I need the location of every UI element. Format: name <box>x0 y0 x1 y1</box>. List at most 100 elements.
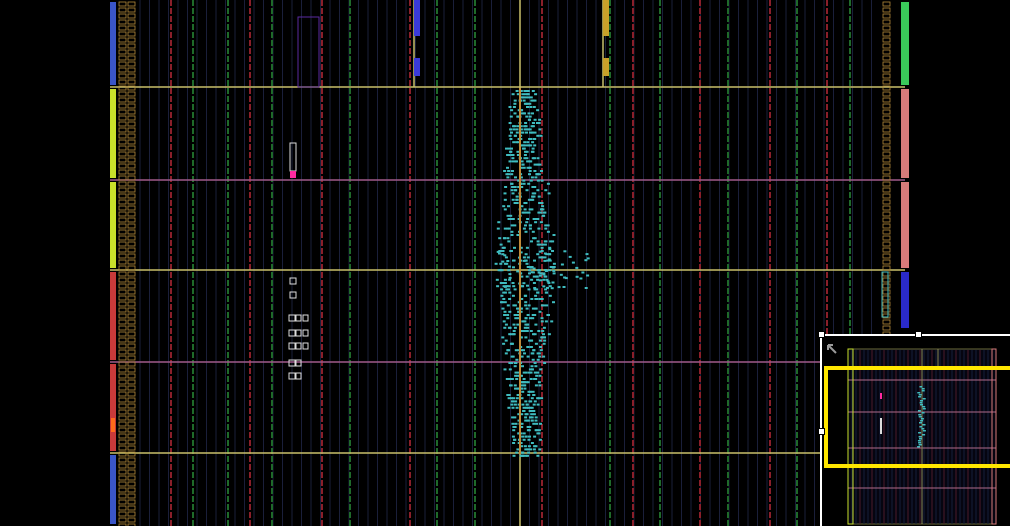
minimap-marker <box>880 393 882 399</box>
io-pad <box>882 121 891 127</box>
placed-cell <box>542 278 546 281</box>
io-bank-edge <box>901 2 909 85</box>
io-pad <box>118 61 127 67</box>
placed-cell <box>531 230 535 233</box>
io-pad <box>118 331 127 337</box>
placed-cell <box>551 281 555 284</box>
placed-cell <box>530 406 534 409</box>
io-pad <box>127 157 136 163</box>
placed-cell <box>530 240 533 243</box>
io-pad <box>118 415 127 421</box>
io-pad <box>118 151 127 157</box>
placed-cell <box>512 323 516 326</box>
minimap-cell <box>918 394 922 396</box>
io-pad <box>118 115 127 121</box>
placed-cell <box>502 298 506 300</box>
placed-cell <box>507 154 511 156</box>
io-pad <box>127 475 136 481</box>
io-pad <box>127 49 136 55</box>
placed-cell <box>523 330 527 332</box>
placed-cell <box>529 266 533 269</box>
placed-cell <box>523 202 527 204</box>
placed-cell <box>545 304 549 307</box>
placed-cell <box>525 150 529 153</box>
io-pad <box>118 259 127 265</box>
placed-cell <box>513 112 517 115</box>
placed-cell <box>510 234 514 236</box>
placed-cell <box>503 192 507 195</box>
placed-cell <box>510 403 514 406</box>
placed-cell <box>512 106 516 108</box>
placed-cell <box>523 102 527 105</box>
world-view-minimap[interactable] <box>820 334 1010 526</box>
io-pad <box>127 283 136 289</box>
placed-cell <box>538 310 542 313</box>
placed-cell <box>500 294 504 297</box>
placed-cell <box>535 374 539 377</box>
placed-cell <box>529 179 533 182</box>
minimap-resize-handle[interactable] <box>915 331 922 338</box>
placed-cell <box>563 250 567 253</box>
io-pad <box>127 43 136 49</box>
io-pad <box>127 253 136 259</box>
io-pad <box>118 409 127 415</box>
io-bank-edge <box>110 364 116 451</box>
placed-cell <box>533 131 537 134</box>
placed-cell <box>510 109 514 112</box>
placed-cell <box>511 198 515 201</box>
placed-cell <box>512 330 516 332</box>
placed-cell <box>509 384 513 387</box>
pblock-marker-fill <box>290 171 296 178</box>
io-bank-edge <box>110 455 116 524</box>
placed-cell <box>540 317 544 320</box>
placed-cell <box>525 403 529 406</box>
io-pad <box>882 247 891 253</box>
placed-cell <box>506 237 510 240</box>
placed-cell <box>586 257 590 260</box>
io-pad <box>127 301 136 307</box>
placed-cell <box>533 378 537 380</box>
minimap-cell <box>919 422 922 424</box>
diagonal-arrow-icon[interactable] <box>826 340 838 354</box>
minimap-cell <box>918 436 922 438</box>
placed-cell <box>514 387 517 390</box>
io-pad <box>882 223 891 229</box>
minimap-cell <box>919 438 922 440</box>
placed-cell <box>575 266 579 269</box>
placed-cell <box>526 284 529 287</box>
io-pad <box>882 295 891 301</box>
placed-cell <box>526 326 530 329</box>
minimap-canvas[interactable] <box>822 336 1010 526</box>
placed-cell <box>496 285 500 288</box>
placed-cell <box>506 227 510 230</box>
io-bank-edge <box>901 89 909 178</box>
minimap-cell <box>922 434 926 436</box>
io-pad <box>882 127 891 133</box>
placed-cell <box>533 435 537 438</box>
minimap-cell <box>921 428 925 430</box>
placed-cell <box>533 186 537 188</box>
placed-cell <box>523 141 527 144</box>
io-pad <box>127 463 136 469</box>
minimap-resize-handle[interactable] <box>818 331 825 338</box>
placed-cell <box>504 339 508 342</box>
io-pad <box>127 259 136 265</box>
io-pad <box>118 403 127 409</box>
placed-cell <box>541 256 545 259</box>
placed-cell <box>534 365 538 368</box>
placed-cell <box>547 253 551 256</box>
minimap-cell <box>918 414 922 416</box>
placed-cell <box>506 260 510 262</box>
io-pad <box>882 103 891 109</box>
placed-cell <box>552 269 556 272</box>
minimap-resize-handle[interactable] <box>818 428 825 435</box>
io-pad <box>127 187 136 193</box>
placed-cell <box>507 205 510 208</box>
placed-cell <box>562 286 566 288</box>
placed-cell <box>547 333 551 336</box>
io-pad <box>127 67 136 73</box>
io-pad <box>118 289 127 295</box>
placed-cell <box>516 150 520 153</box>
placed-cell <box>515 160 518 163</box>
placed-cell <box>527 118 531 121</box>
